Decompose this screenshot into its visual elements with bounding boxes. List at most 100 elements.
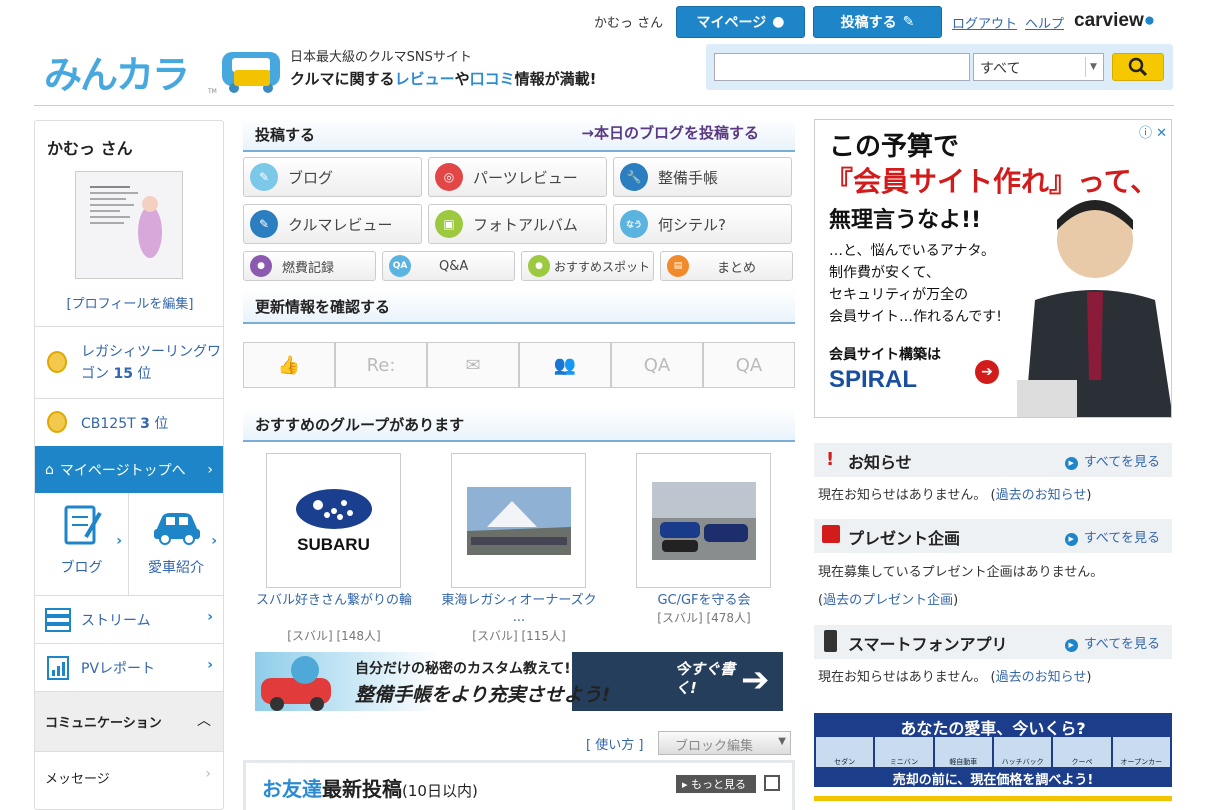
- car-type-sedan: セダン: [816, 737, 874, 767]
- friends-posts-panel: お友達最新投稿(10日以内) ▸ もっと見る: [243, 760, 795, 810]
- search-button[interactable]: [1112, 53, 1164, 81]
- arrow-right-icon: ➔: [741, 660, 770, 700]
- photo-icon: ▣: [435, 210, 463, 238]
- past-news-link[interactable]: 過去のお知らせ: [996, 488, 1087, 503]
- tile-parts-review[interactable]: ◎ パーツレビュー: [428, 157, 607, 197]
- updates-section-header: 更新情報を確認する: [243, 290, 795, 324]
- help-link[interactable]: ヘルプ: [1025, 13, 1064, 32]
- qa-answer-icon[interactable]: QA: [703, 342, 795, 388]
- group-meta: [スバル] [115人]: [472, 629, 566, 643]
- fuel-icon: ●: [250, 255, 272, 277]
- post-button[interactable]: 投稿する ✎: [813, 6, 942, 38]
- maintenance-promo-banner[interactable]: 自分だけの秘密のカスタム教えて! 整備手帳をより充実させよう! 今すぐ書く! ➔: [255, 652, 783, 711]
- tile-maintenance[interactable]: 🔧 整備手帳: [613, 157, 792, 197]
- ad-info-icon: ⓘ ✕: [1138, 126, 1167, 141]
- tile-fuel-log[interactable]: ● 燃費記録: [243, 251, 376, 281]
- sidebar-message[interactable]: メッセージ ›: [35, 751, 223, 799]
- tile-spot[interactable]: ● おすすめスポット: [521, 251, 654, 281]
- like-icon[interactable]: 👍: [243, 342, 335, 388]
- tile-matome[interactable]: ▤ まとめ: [660, 251, 793, 281]
- tile-nanishiteru[interactable]: なう 何シテル?: [613, 204, 792, 244]
- carview-logo[interactable]: carview●: [1074, 10, 1155, 32]
- window-icon[interactable]: [764, 775, 780, 791]
- car-icon: [154, 513, 200, 545]
- profile-image[interactable]: [75, 171, 183, 279]
- friends-icon[interactable]: 👥: [519, 342, 611, 388]
- sidebar-blog-button[interactable]: ブログ ›: [35, 493, 129, 595]
- tile-car-review[interactable]: ✎ クルマレビュー: [243, 204, 422, 244]
- chevron-down-icon: ▼: [778, 736, 786, 747]
- header-user-name: かむっ さん: [594, 16, 664, 31]
- minkara-logo[interactable]: みんカラ: [44, 44, 206, 97]
- blog-icon: ✎: [250, 163, 278, 191]
- group-image-gcgf[interactable]: [636, 453, 771, 588]
- tile-qa[interactable]: QA Q&A: [382, 251, 515, 281]
- car-logo-icon: [218, 44, 284, 94]
- present-see-all-link[interactable]: すべてを見る: [1065, 527, 1160, 546]
- car-type-minivan: ミニバン: [875, 737, 933, 767]
- car-type-coupe: クーペ: [1053, 737, 1111, 767]
- post-today-blog-link[interactable]: →本日のブログを投稿する: [581, 122, 759, 143]
- mypage-top-button[interactable]: ⌂ マイページトップへ ›: [35, 446, 223, 493]
- search-category-select[interactable]: すべて ▼: [973, 53, 1104, 81]
- nau-icon: なう: [620, 210, 648, 238]
- blog-icon: [64, 505, 102, 545]
- block-edit-dropdown[interactable]: ブロック編集 ▼: [658, 731, 791, 755]
- edit-profile-link[interactable]: [プロフィールを編集]: [35, 293, 225, 312]
- logout-link[interactable]: ログアウト: [952, 13, 1017, 32]
- sidebar-pv-report[interactable]: PVレポート ›: [35, 643, 223, 691]
- past-present-link[interactable]: 過去のプレゼント企画: [823, 593, 953, 608]
- header: かむっ さん マイページ ● 投稿する ✎ ログアウト ヘルプ carview●…: [0, 0, 1218, 110]
- group-image-subaru[interactable]: SUBARU: [266, 453, 401, 588]
- search-icon: [1128, 57, 1148, 77]
- see-more-button[interactable]: ▸ もっと見る: [676, 775, 756, 793]
- chevron-right-icon: ›: [207, 461, 213, 478]
- smartphone-icon: [824, 630, 837, 652]
- tile-blog[interactable]: ✎ ブログ: [243, 157, 422, 197]
- chevron-right-icon: ›: [205, 766, 211, 782]
- present-text: 現在募集しているプレゼント企画はありません。: [818, 565, 1104, 580]
- person-icon: ●: [772, 14, 785, 30]
- sidebar-communication-header[interactable]: コミュニケーション ︿: [35, 691, 223, 751]
- advertisement-spiral[interactable]: ⓘ ✕ この予算で 『会員サイト作れ』って、 無理言うなよ!! …と、悩んでいる…: [814, 119, 1172, 418]
- sidebar-car-intro-button[interactable]: 愛車紹介 ›: [129, 493, 223, 595]
- group-meta: [スバル] [148人]: [287, 629, 381, 643]
- tile-photo-album[interactable]: ▣ フォトアルバム: [428, 204, 607, 244]
- chart-icon: [47, 656, 69, 680]
- group-name-link[interactable]: スバル好きさん繋がりの輪: [254, 592, 414, 609]
- qa-icon[interactable]: QA: [611, 342, 703, 388]
- tagline-top: 日本最大級のクルマSNSサイト: [290, 50, 472, 65]
- rank-item-legacy[interactable]: レガシィツーリングワゴン 15 位: [35, 326, 223, 398]
- search-input[interactable]: [714, 53, 970, 81]
- pin-icon: ●: [528, 255, 550, 277]
- wrench-icon: 🔧: [620, 163, 648, 191]
- subaru-logo-icon: [295, 488, 372, 529]
- chevron-down-icon: ▼: [1085, 57, 1101, 77]
- medal-icon: [47, 351, 67, 373]
- left-sidebar: かむっ さん [プロフィールを編集] レガシィツーリングワゴン 15 位 CB1…: [34, 120, 224, 810]
- news-see-all-link[interactable]: すべてを見る: [1065, 451, 1160, 470]
- sidebar-stream[interactable]: ストリーム ›: [35, 595, 223, 643]
- past-app-news-link[interactable]: 過去のお知らせ: [996, 670, 1087, 685]
- post-section-header: 投稿する →本日のブログを投稿する: [243, 118, 795, 152]
- pen-icon: ✎: [902, 14, 915, 30]
- reply-icon[interactable]: Re:: [335, 342, 427, 388]
- chevron-up-icon: ︿: [197, 713, 211, 729]
- present-header: プレゼント企画 すべてを見る: [814, 519, 1172, 553]
- car-type-kei: 軽自動車: [934, 737, 992, 767]
- mypage-button[interactable]: マイページ ●: [676, 6, 805, 38]
- usage-link[interactable]: [ 使い方 ]: [586, 734, 643, 753]
- exclamation-icon: !: [826, 449, 835, 470]
- rank-item-cb125t[interactable]: CB125T 3 位: [35, 398, 223, 446]
- groups-section-header: おすすめのグループがあります: [243, 408, 795, 442]
- news-header: ! お知らせ すべてを見る: [814, 443, 1172, 477]
- group-name-link[interactable]: GC/GFを守る会: [624, 592, 784, 609]
- review-icon: ✎: [250, 210, 278, 238]
- group-name-link[interactable]: 東海レガシィオーナーズク ...: [439, 592, 599, 626]
- group-image-tokai[interactable]: [451, 453, 586, 588]
- matome-icon: ▤: [667, 255, 689, 277]
- arrow-right-icon: ➔: [975, 360, 999, 384]
- car-value-banner[interactable]: あなたの愛車、今いくら? セダン ミニバン 軽自動車 ハッチバック クーペ オー…: [814, 713, 1172, 788]
- mail-icon[interactable]: ✉: [427, 342, 519, 388]
- app-see-all-link[interactable]: すべてを見る: [1065, 633, 1160, 652]
